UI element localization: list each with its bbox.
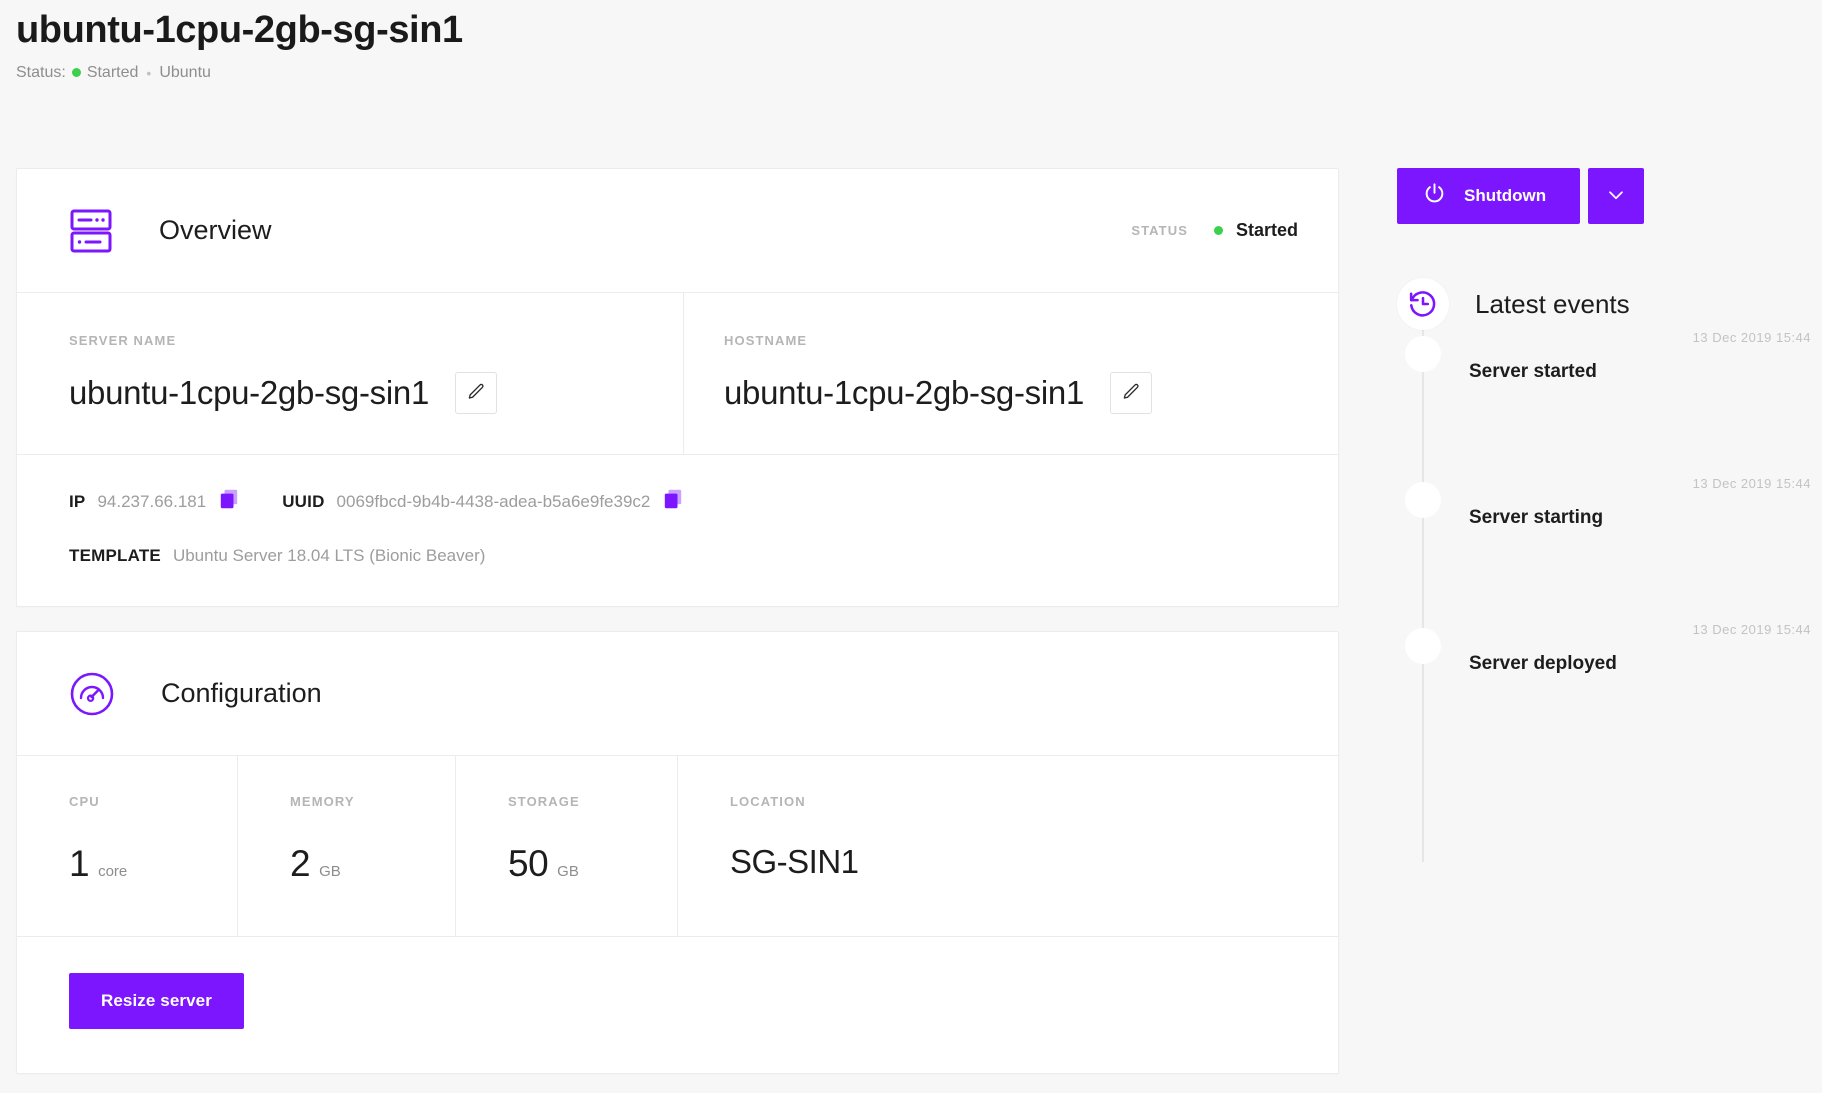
event-label: Server started [1469,361,1597,382]
status-prefix-label: Status: [16,63,66,81]
overview-status-group: STATUS Started [1131,220,1298,241]
spec-cpu-unit: core [98,863,128,880]
spec-storage-unit: GB [557,863,579,880]
copy-uuid-button[interactable] [664,489,682,514]
server-name-value-row: ubuntu-1cpu-2gb-sg-sin1 [69,372,647,414]
spec-memory: MEMORY 2 GB [237,756,455,936]
overview-card: Overview STATUS Started SERVER NAME ubun… [16,168,1339,607]
uuid-value: 0069fbcd-9b4b-4438-adea-b5a6e9fe39c2 [336,491,651,511]
server-rack-icon [69,208,113,254]
separator-dot: • [146,64,152,81]
configuration-card-header: Configuration [17,632,1338,756]
event-timestamp: 13 Dec 2019 15:44 [1692,622,1811,637]
history-clock-icon [1397,278,1449,330]
uuid-label: UUID [282,491,325,511]
spec-storage-label: STORAGE [508,794,580,809]
copy-ip-button[interactable] [220,489,238,514]
hostname-edit-button[interactable] [1110,372,1152,414]
shutdown-button[interactable]: Shutdown [1397,168,1581,224]
shutdown-dropdown-button[interactable] [1588,168,1645,224]
copy-icon [220,489,238,514]
status-value-text: Started [86,63,139,81]
template-value: Ubuntu Server 18.04 LTS (Bionic Beaver) [172,546,486,565]
name-fields-row: SERVER NAME ubuntu-1cpu-2gb-sg-sin1 HOST… [17,293,1338,455]
chevron-down-icon [1605,184,1627,209]
os-name-text: Ubuntu [159,63,211,81]
server-name-value: ubuntu-1cpu-2gb-sg-sin1 [69,374,429,411]
ip-value: 94.237.66.181 [97,491,207,511]
latest-events-title: Latest events [1475,288,1630,319]
spec-location-value-row: SG-SIN1 [730,843,1314,881]
spec-cpu-value-row: 1 core [69,843,213,885]
spec-memory-label: MEMORY [290,794,355,809]
resize-server-button[interactable]: Resize server [69,973,244,1029]
event-item[interactable]: 13 Dec 2019 15:44 Server starting [1397,476,1822,622]
spec-memory-value-row: 2 GB [290,843,431,885]
server-name-edit-button[interactable] [455,372,497,414]
configuration-card: Configuration CPU 1 core MEMORY 2 GB STO… [16,631,1339,1074]
shutdown-button-label: Shutdown [1464,186,1547,205]
gauge-icon [69,671,115,717]
configuration-actions: Resize server [17,937,1338,1073]
event-timestamp: 13 Dec 2019 15:44 [1692,476,1811,491]
event-marker-icon [1405,336,1441,372]
spec-location: LOCATION SG-SIN1 [677,756,1338,936]
configuration-heading: Configuration [161,678,322,708]
overview-heading: Overview [159,215,272,245]
event-timestamp: 13 Dec 2019 15:44 [1692,330,1811,345]
spec-storage-value-row: 50 GB [508,843,653,885]
sidebar-column: Shutdown Latest events 13 Dec 2019 15:44… [1397,168,1822,862]
power-icon [1423,182,1446,210]
spec-memory-unit: GB [319,863,341,880]
template-line: TEMPLATE Ubuntu Server 18.04 LTS (Bionic… [69,546,1286,566]
spec-memory-value: 2 [290,843,311,884]
overview-card-header: Overview STATUS Started [17,169,1338,293]
pencil-icon [467,381,486,405]
page-header: ubuntu-1cpu-2gb-sg-sin1 Status: Started … [0,0,1822,82]
hostname-field: HOSTNAME ubuntu-1cpu-2gb-sg-sin1 [683,293,1338,454]
server-name-field: SERVER NAME ubuntu-1cpu-2gb-sg-sin1 [17,293,683,454]
spec-cpu-label: CPU [69,794,100,809]
server-name-label: SERVER NAME [69,333,177,348]
overview-meta-block: IP 94.237.66.181 UUID 0069fbcd-9b4b-4438… [17,455,1338,606]
spec-cpu: CPU 1 core [17,756,237,936]
latest-events-section: Latest events 13 Dec 2019 15:44 Server s… [1397,278,1822,862]
hostname-value: ubuntu-1cpu-2gb-sg-sin1 [724,374,1084,411]
event-item[interactable]: 13 Dec 2019 15:44 Server started [1397,330,1822,476]
event-item[interactable]: 13 Dec 2019 15:44 Server deployed [1397,622,1822,768]
event-marker-icon [1405,628,1441,664]
spec-location-value: SG-SIN1 [730,843,859,880]
configuration-specs-row: CPU 1 core MEMORY 2 GB STORAGE 50 GB LOC… [17,756,1338,937]
overview-status-badge: Started [1213,220,1298,241]
hostname-value-row: ubuntu-1cpu-2gb-sg-sin1 [724,372,1302,414]
spec-location-label: LOCATION [730,794,806,809]
overview-status-label: STATUS [1131,223,1188,238]
page-title: ubuntu-1cpu-2gb-sg-sin1 [16,9,463,51]
hostname-label: HOSTNAME [724,333,808,348]
server-action-bar: Shutdown [1397,168,1822,224]
events-header: Latest events [1397,278,1822,330]
template-label: TEMPLATE [69,546,161,565]
ip-label: IP [69,491,86,511]
main-column: Overview STATUS Started SERVER NAME ubun… [16,168,1339,1074]
status-dot-icon [71,68,81,78]
server-detail-page: ubuntu-1cpu-2gb-sg-sin1 Status: Started … [0,0,1822,1093]
page-status-line: Status: Started • Ubuntu [16,64,1822,82]
copy-icon [664,489,682,514]
spec-storage: STORAGE 50 GB [455,756,677,936]
status-dot-icon [1213,226,1223,235]
ip-uuid-line: IP 94.237.66.181 UUID 0069fbcd-9b4b-4438… [69,489,1286,514]
event-label: Server deployed [1469,653,1617,674]
event-label: Server starting [1469,507,1604,528]
spec-cpu-value: 1 [69,843,90,884]
pencil-icon [1122,381,1141,405]
main-layout: Overview STATUS Started SERVER NAME ubun… [16,168,1811,1074]
spec-storage-value: 50 [508,843,549,884]
overview-status-text: Started [1235,220,1298,240]
event-marker-icon [1405,482,1441,518]
